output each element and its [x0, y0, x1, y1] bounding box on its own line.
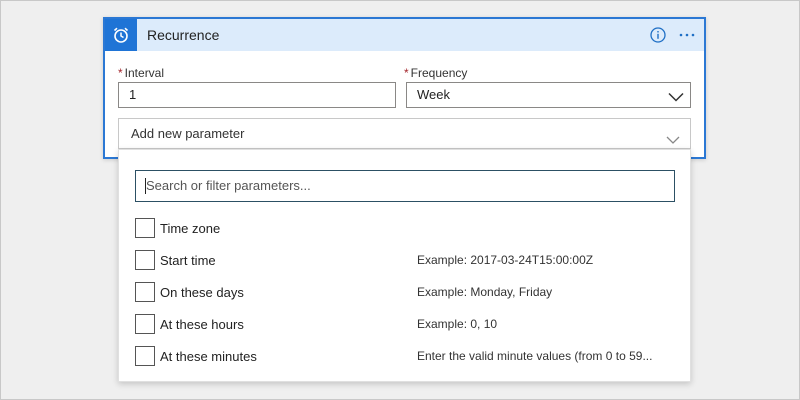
param-name: At these minutes [160, 348, 257, 364]
frequency-label-text: Frequency [410, 66, 468, 80]
param-row-at-these-hours[interactable]: At these hours Example: 0, 10 [135, 313, 675, 335]
checkbox[interactable] [135, 346, 155, 366]
required-mark: * [118, 66, 123, 80]
param-row-time-zone[interactable]: Time zone [135, 217, 675, 239]
frequency-label: * Frequency [404, 66, 467, 80]
param-row-on-these-days[interactable]: On these days Example: Monday, Friday [135, 281, 675, 303]
chevron-down-icon [668, 88, 684, 112]
info-icon[interactable] [650, 27, 666, 43]
param-name: Start time [160, 252, 216, 268]
checkbox[interactable] [135, 218, 155, 238]
card-header[interactable]: Recurrence [105, 19, 704, 51]
text-cursor [145, 178, 146, 194]
more-options-icon[interactable] [678, 27, 696, 43]
card-title: Recurrence [147, 27, 220, 43]
interval-value: 1 [129, 87, 137, 102]
checkbox[interactable] [135, 282, 155, 302]
param-example: Example: 2017-03-24T15:00:00Z [417, 253, 594, 267]
required-mark: * [404, 66, 409, 80]
alarm-clock-icon [105, 19, 137, 51]
param-name: Time zone [160, 220, 221, 236]
param-name: On these days [160, 284, 244, 300]
param-row-at-these-minutes[interactable]: At these minutes Enter the valid minute … [135, 345, 675, 367]
param-row-start-time[interactable]: Start time Example: 2017-03-24T15:00:00Z [135, 249, 675, 271]
param-example: Example: 0, 10 [417, 317, 498, 331]
add-parameter-label: Add new parameter [131, 126, 245, 141]
param-name: At these hours [160, 316, 244, 332]
checkbox[interactable] [135, 314, 155, 334]
parameter-panel: Search or filter parameters... Time zone… [118, 149, 691, 382]
checkbox[interactable] [135, 250, 155, 270]
interval-input[interactable]: 1 [118, 82, 396, 108]
param-example: Example: Monday, Friday [417, 285, 553, 299]
frequency-value: Week [417, 87, 450, 102]
search-parameters-input[interactable]: Search or filter parameters... [135, 170, 675, 202]
search-placeholder: Search or filter parameters... [146, 178, 311, 193]
interval-label: * Interval [118, 66, 164, 80]
interval-label-text: Interval [124, 66, 165, 80]
frequency-dropdown[interactable]: Week [406, 82, 691, 108]
param-example: Enter the valid minute values (from 0 to… [417, 349, 653, 363]
add-parameter-dropdown[interactable]: Add new parameter [118, 118, 691, 149]
